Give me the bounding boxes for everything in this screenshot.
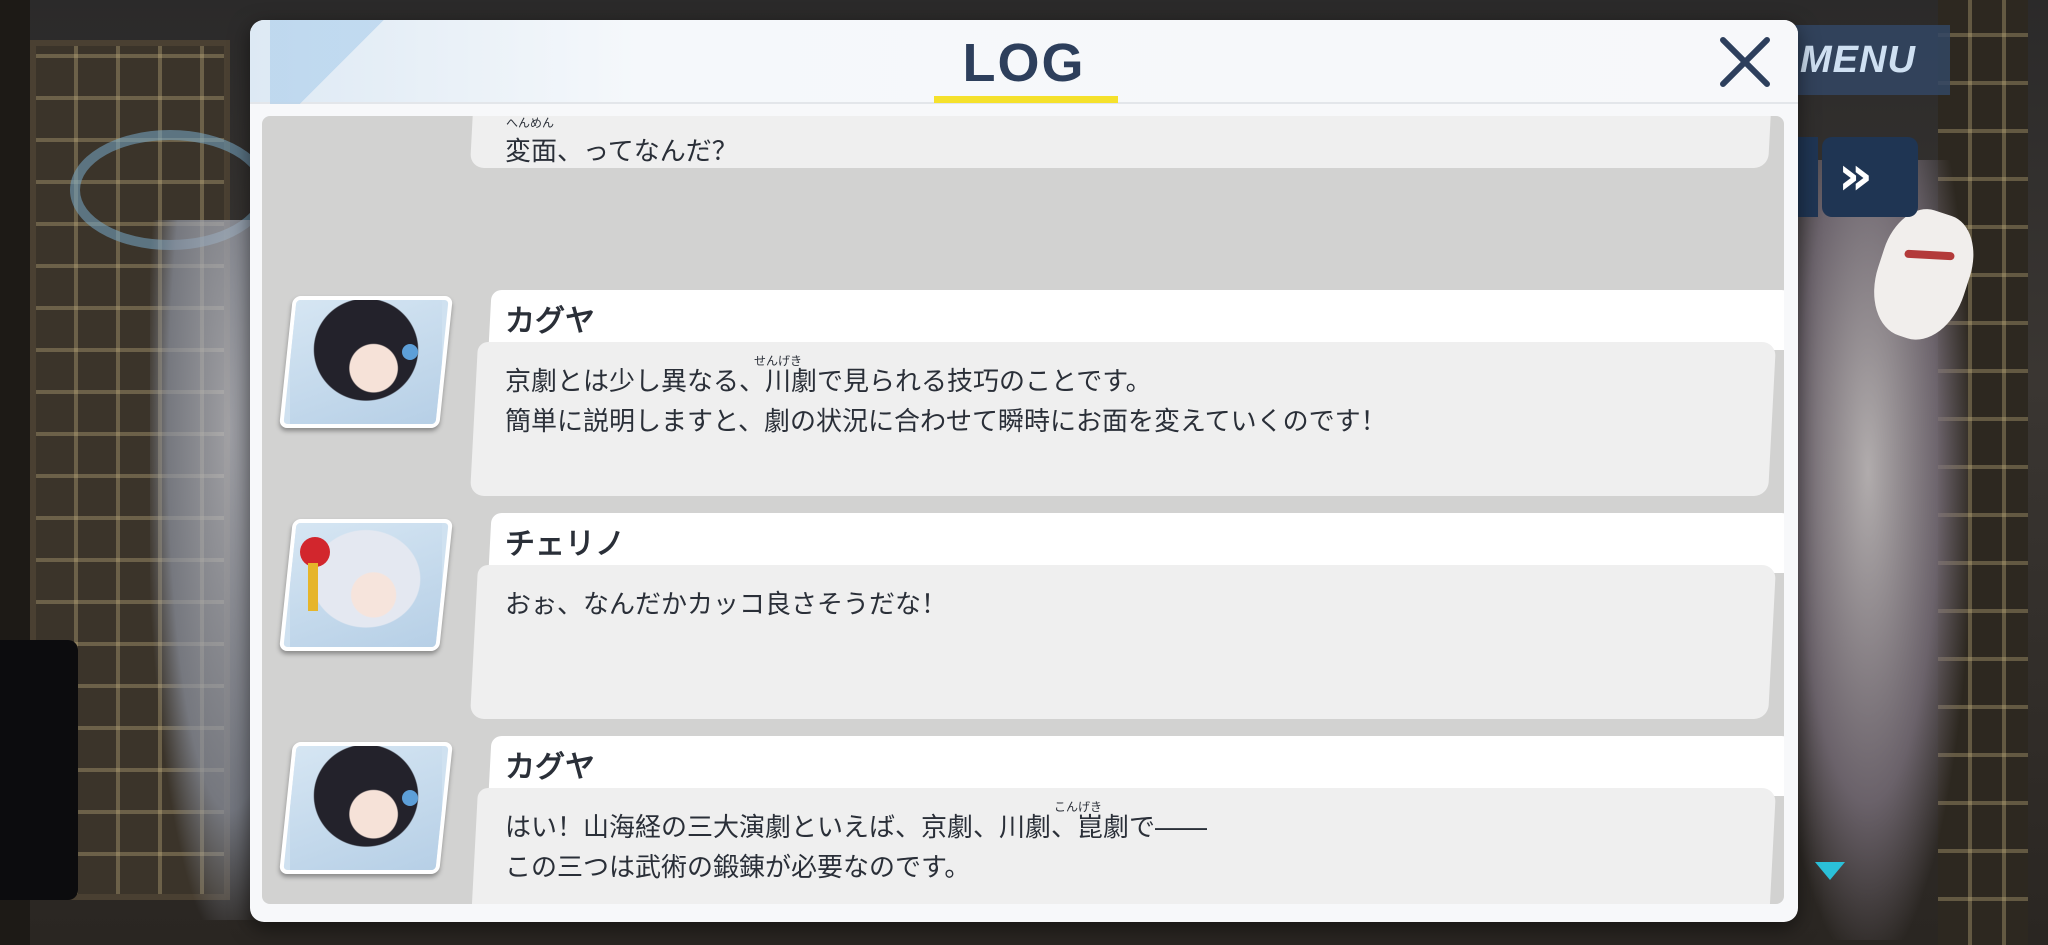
title-underline	[934, 96, 1118, 103]
fast-forward-icon: »	[1838, 144, 1873, 207]
speaker-name-tab	[488, 736, 1784, 796]
log-list[interactable]: へんめん 変面、ってなんだ？ カグヤ せんげき 京劇とは少し異なる、川劇で見られ…	[262, 116, 1784, 904]
cherino-portrait	[279, 519, 453, 651]
speaker-name: カグヤ	[505, 304, 595, 339]
dialogue-text: 変面、ってなんだ？	[505, 137, 738, 167]
log-entry: へんめん 変面、ってなんだ？	[262, 116, 1784, 176]
log-header: LOG	[250, 20, 1798, 104]
speaker-name: カグヤ	[505, 750, 595, 785]
log-entry: カグヤ こんげき はい！山海経の三大演劇といえば、京劇、川劇、崑劇で―― この三…	[262, 736, 1784, 904]
menu-label: MENU	[1800, 39, 1916, 81]
log-title: LOG	[962, 33, 1086, 93]
speaker-name: チェリノ	[505, 527, 625, 562]
next-arrow-icon	[1815, 862, 1845, 880]
fast-forward-button[interactable]: »	[1822, 137, 1918, 217]
log-panel: LOG へんめん 変面、ってなんだ？ カグヤ せんげき 京劇とは少し異なる、川劇…	[250, 20, 1798, 922]
speaker-name-tab	[488, 290, 1784, 350]
close-button[interactable]	[1713, 30, 1777, 94]
menu-button[interactable]: MENU	[1790, 25, 1950, 95]
dialogue-text: 京劇とは少し異なる、川劇で見られる技巧のことです。 簡単に説明しますと、劇の状況…	[505, 367, 1387, 437]
side-panel-edge	[0, 640, 78, 900]
speaker-name-tab	[488, 513, 1784, 573]
dialogue-text: おぉ、なんだかカッコ良さそうだな！	[505, 590, 948, 620]
dialogue-text: はい！山海経の三大演劇といえば、京劇、川劇、崑劇で―― この三つは武術の鍛錬が必…	[505, 813, 1208, 883]
log-entry: カグヤ せんげき 京劇とは少し異なる、川劇で見られる技巧のことです。 簡単に説明…	[262, 290, 1784, 504]
kaguya-portrait	[279, 742, 453, 874]
ruby-text: へんめん	[506, 116, 555, 130]
close-icon	[1720, 37, 1770, 87]
log-entry: チェリノ おぉ、なんだかカッコ良さそうだな！	[262, 513, 1784, 727]
kaguya-portrait	[279, 296, 453, 428]
